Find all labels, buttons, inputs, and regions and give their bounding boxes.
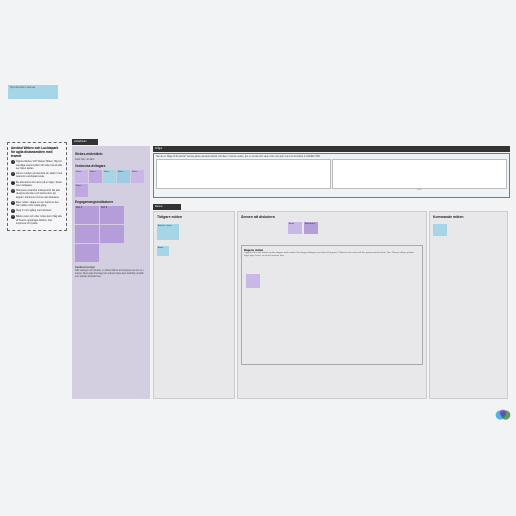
questions-panel: Har du en fråga till ditt andra? Lämna g… [153,153,510,198]
questions-bar: Frågor [153,146,510,152]
sticky-note[interactable]: Ämne [157,246,169,256]
participants-title: Veckovisa deltagare [75,164,147,168]
engagement-grid: Kort 1 Kort 2 [75,206,147,262]
column-title: Kommande möten [433,215,504,219]
engagement-card[interactable]: Kort 2 [100,206,124,224]
column-topics: Ämnen att diskutera Ämne Anteckning Dage… [237,211,427,399]
question-box[interactable] [156,159,331,189]
sticky-note[interactable]: Ämne [288,222,302,234]
webex-logo-icon [495,408,511,420]
engagement-card[interactable]: Kort 1 [75,206,99,224]
sticky-note[interactable]: Anteckning [304,222,318,234]
subbox-desc: Lägg till allt ni ska hantera under dage… [244,252,420,257]
checklist-header: Använd Webex och Lucidspark för agila di… [11,146,63,158]
main-columns: Tidigare möten Anteckn. ämne Ämne Ämnen … [153,211,510,399]
section-bar: Denna [153,204,181,210]
participant-sticky[interactable]: Namn [131,170,144,183]
instruction-checklist: Använd Webex och Lucidspark för agila di… [7,142,67,231]
engagement-card[interactable] [75,225,99,243]
sidebar-panel: extra/forum Webex-möteslänk: Länk här: u… [72,146,150,399]
participants-grid: Namn Namn Namn Namn Namn Namn [75,170,147,197]
meeting-link-title: Webex-möteslänk: [75,152,147,156]
participant-sticky[interactable]: Namn [75,170,88,183]
engagement-card[interactable] [100,225,124,243]
todays-meeting-box: Dagens möten Lägg till allt ni ska hante… [241,245,423,365]
participant-sticky[interactable]: Namn [75,184,88,197]
questions-intro: Har du en fråga till ditt andra? Lämna g… [156,156,507,158]
participant-sticky[interactable]: Namn [103,170,116,183]
column-previous: Tidigare möten Anteckn. ämne Ämne [153,211,235,399]
answer-box[interactable] [332,159,507,189]
sticky-note[interactable] [246,274,260,288]
meeting-link[interactable]: Länk här: url-länk [75,158,147,161]
board-title: Styrelsemöte i samnas Bradlee [8,85,58,99]
column-title: Tidigare möten [157,215,231,219]
sticky-note[interactable] [433,224,447,236]
sidebar-footer: Spelteorisering! Sätt strategin och arbe… [75,266,147,279]
column-upcoming: Kommande möten [429,211,508,399]
engagement-card[interactable] [75,244,99,262]
column-title: Ämnen att diskutera [241,215,423,219]
participant-sticky[interactable]: Namn [117,170,130,183]
extra-link-bar[interactable]: extra/forum [72,139,98,145]
sticky-note[interactable]: Anteckn. ämne [157,224,179,240]
engagement-title: Engagemangsindikatorer [75,200,147,204]
participant-sticky[interactable]: Namn [89,170,102,183]
